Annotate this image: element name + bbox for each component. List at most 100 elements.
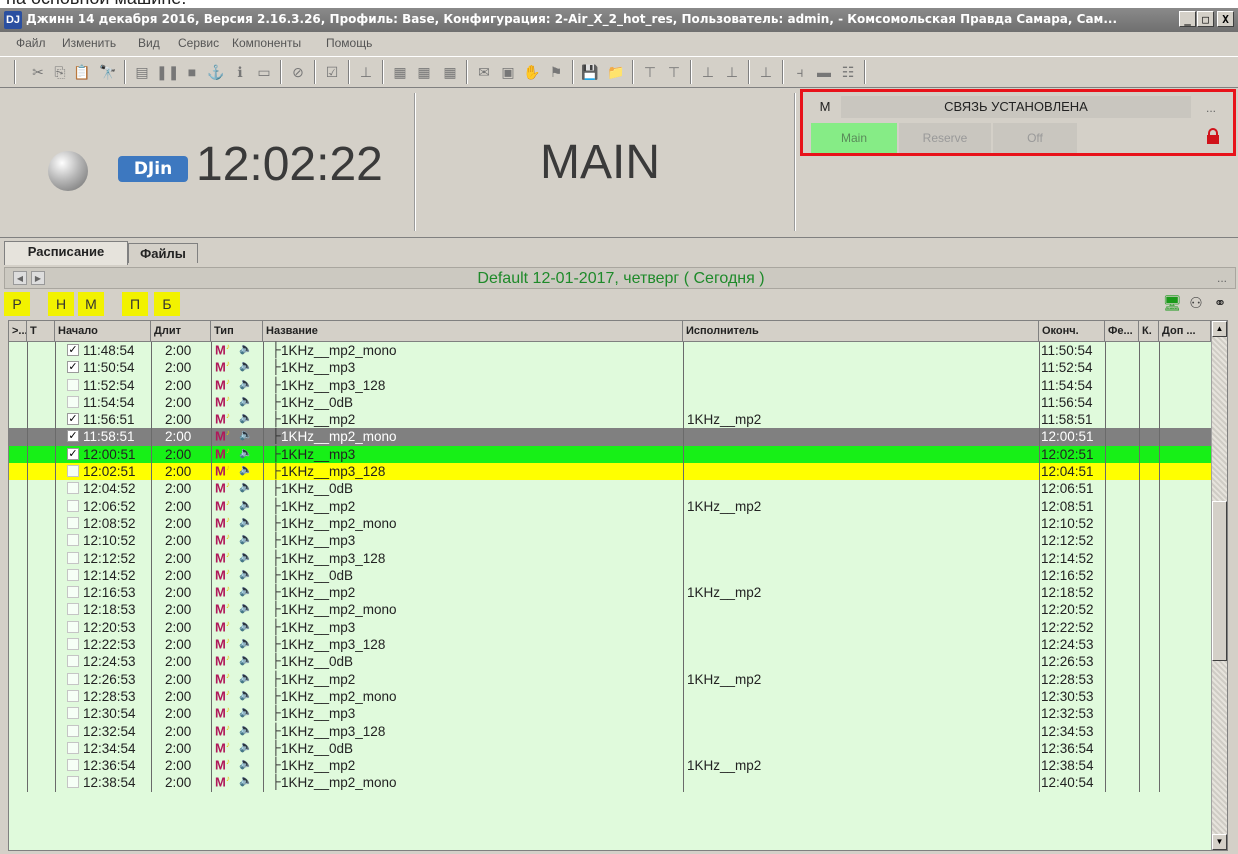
- table-row[interactable]: 12:32:54 2:00 M♪ 🔈 ├ 1KHz__mp3_128 12:34:53: [9, 722, 1211, 740]
- speaker-icon[interactable]: 🔈: [239, 740, 253, 753]
- menu-file[interactable]: Файл: [16, 36, 46, 50]
- row-checkbox[interactable]: [67, 568, 79, 581]
- down1-icon[interactable]: ⊥: [698, 62, 718, 82]
- table-row[interactable]: 12:14:52 2:00 M♪ 🔈 ├ 1KHz__0dB 12:16:52: [9, 566, 1211, 585]
- speaker-icon[interactable]: 🔈: [239, 550, 253, 563]
- scroll-thumb[interactable]: [1212, 501, 1227, 661]
- col-start[interactable]: Начало: [55, 321, 151, 341]
- speaker-icon[interactable]: 🔈: [239, 584, 253, 597]
- speaker-icon[interactable]: 🔈: [239, 342, 253, 355]
- speaker-icon[interactable]: 🔈: [239, 723, 253, 736]
- speaker-icon[interactable]: 🔈: [239, 532, 253, 545]
- table-row[interactable]: 12:16:53 2:00 M♪ 🔈 ├ 1KHz__mp2 1KHz__mp2 12:18:…: [9, 584, 1211, 602]
- menu-edit[interactable]: Изменить: [62, 36, 116, 50]
- down2-icon[interactable]: ⊥: [722, 62, 742, 82]
- row-checkbox[interactable]: [67, 638, 79, 651]
- vertical-scrollbar[interactable]: ▲ ▼: [1211, 321, 1227, 850]
- maximize-button[interactable]: □: [1197, 11, 1214, 27]
- list-icon[interactable]: ☷: [838, 62, 858, 82]
- speaker-icon[interactable]: 🔈: [239, 498, 253, 511]
- menu-view[interactable]: Вид: [138, 36, 160, 50]
- table-row[interactable]: 12:10:52 2:00 M♪ 🔈 ├ 1KHz__mp3 12:12:52: [9, 532, 1211, 550]
- menu-service[interactable]: Сервис: [178, 36, 219, 50]
- minus-icon[interactable]: ▬: [814, 62, 834, 82]
- row-checkbox[interactable]: [67, 465, 79, 478]
- table-row[interactable]: 12:28:53 2:00 M♪ 🔈 ├ 1KHz__mp2_mono 12:30:53: [9, 687, 1211, 706]
- speaker-icon[interactable]: 🔈: [239, 480, 253, 493]
- table-row[interactable]: ✓ 11:56:51 2:00 M♪ 🔈 ├ 1KHz__mp2 1KHz__mp2 11:58…: [9, 411, 1211, 429]
- speaker-icon[interactable]: 🔈: [239, 446, 253, 459]
- speaker-icon[interactable]: 🔈: [239, 515, 253, 528]
- folder-icon[interactable]: 📁: [606, 62, 626, 82]
- table-row[interactable]: 11:52:54 2:00 M♪ 🔈 ├ 1KHz__mp3_128 11:54:54: [9, 376, 1211, 394]
- up1-icon[interactable]: ⊤: [640, 62, 660, 82]
- row-checkbox[interactable]: [67, 759, 79, 772]
- col-extra[interactable]: Доп ...: [1159, 321, 1211, 341]
- table-row[interactable]: 12:02:51 2:00 M♪ 🔈 ├ 1KHz__mp3_128 12:04:51: [9, 463, 1211, 481]
- table-row[interactable]: ✓ 11:58:51 2:00 M♪ 🔈 ├ 1KHz__mp2_mono 12:00:51: [9, 428, 1211, 446]
- table-row[interactable]: 12:22:53 2:00 M♪ 🔈 ├ 1KHz__mp3_128 12:24:53: [9, 636, 1211, 654]
- speaker-icon[interactable]: 🔈: [239, 359, 253, 372]
- scroll-down-button[interactable]: ▼: [1212, 834, 1227, 850]
- col-artist[interactable]: Исполнитель: [683, 321, 1039, 341]
- block2-icon[interactable]: ▦: [414, 62, 434, 82]
- mail-icon[interactable]: ✉: [474, 62, 494, 82]
- row-checkbox[interactable]: ✓: [67, 430, 79, 443]
- row-checkbox[interactable]: [67, 603, 79, 616]
- schedule-more-button[interactable]: ...: [1217, 271, 1227, 285]
- table-row[interactable]: 12:20:53 2:00 M♪ 🔈 ├ 1KHz__mp3 12:22:52: [9, 618, 1211, 637]
- filter-r-button[interactable]: Р: [4, 292, 30, 316]
- col-marker[interactable]: >...: [9, 321, 27, 341]
- find-icon[interactable]: 🔭: [98, 62, 118, 82]
- row-checkbox[interactable]: [67, 586, 79, 599]
- scroll-up-button[interactable]: ▲: [1212, 321, 1227, 337]
- table-row[interactable]: 12:34:54 2:00 M♪ 🔈 ├ 1KHz__0dB 12:36:54: [9, 739, 1211, 758]
- col-fe[interactable]: Фе...: [1105, 321, 1139, 341]
- row-checkbox[interactable]: [67, 689, 79, 702]
- speaker-icon[interactable]: 🔈: [239, 601, 253, 614]
- table-row[interactable]: 12:08:52 2:00 M♪ 🔈 ├ 1KHz__mp2_mono 12:10:52: [9, 514, 1211, 533]
- speaker-icon[interactable]: 🔈: [239, 757, 253, 770]
- menu-help[interactable]: Помощь: [326, 36, 372, 50]
- table-row[interactable]: 12:26:53 2:00 M♪ 🔈 ├ 1KHz__mp2 1KHz__mp2 12:28:…: [9, 670, 1211, 688]
- speaker-icon[interactable]: 🔈: [239, 567, 253, 580]
- row-checkbox[interactable]: ✓: [67, 344, 79, 356]
- channel-off-button[interactable]: Off: [993, 123, 1077, 153]
- col-t[interactable]: Т: [27, 321, 55, 341]
- row-checkbox[interactable]: ✓: [67, 447, 79, 460]
- comment-icon[interactable]: ▭: [254, 62, 274, 82]
- page-icon[interactable]: ▤: [132, 62, 152, 82]
- hand-icon[interactable]: ✋: [522, 62, 542, 82]
- table-row[interactable]: ✓ 11:50:54 2:00 M♪ 🔈 ├ 1KHz__mp3 11:52:54: [9, 359, 1211, 377]
- row-checkbox[interactable]: [67, 482, 79, 495]
- col-duration[interactable]: Длит: [151, 321, 211, 341]
- table-row[interactable]: 12:06:52 2:00 M♪ 🔈 ├ 1KHz__mp2 1KHz__mp2 12:08:…: [9, 497, 1211, 515]
- speaker-icon[interactable]: 🔈: [239, 428, 253, 441]
- speaker-icon[interactable]: 🔈: [239, 377, 253, 390]
- row-checkbox[interactable]: [67, 378, 79, 391]
- speaker-icon[interactable]: 🔈: [239, 463, 253, 476]
- block1-icon[interactable]: ▦: [390, 62, 410, 82]
- monitor-icon[interactable]: 🖥: [1162, 294, 1182, 314]
- marker-icon[interactable]: ⫞: [790, 62, 810, 82]
- disk-icon[interactable]: 💾: [580, 62, 600, 82]
- table-row[interactable]: 12:18:53 2:00 M♪ 🔈 ├ 1KHz__mp2_mono 12:20:52: [9, 601, 1211, 619]
- table-row[interactable]: 12:38:54 2:00 M♪ 🔈 ├ 1KHz__mp2_mono 12:40:54: [9, 774, 1211, 792]
- table-row[interactable]: 12:36:54 2:00 M♪ 🔈 ├ 1KHz__mp2 1KHz__mp2 12:38:…: [9, 757, 1211, 775]
- flag-icon[interactable]: ⚑: [546, 62, 566, 82]
- table-row[interactable]: 12:24:53 2:00 M♪ 🔈 ├ 1KHz__0dB 12:26:53: [9, 653, 1211, 671]
- tab-files[interactable]: Файлы: [128, 243, 198, 263]
- app-icon[interactable]: DJ: [4, 11, 22, 29]
- speaker-icon[interactable]: 🔈: [239, 705, 253, 718]
- filter-p-button[interactable]: П: [122, 292, 148, 316]
- block3-icon[interactable]: ▦: [440, 62, 460, 82]
- forbidden-icon[interactable]: ⊘: [288, 62, 308, 82]
- speaker-icon[interactable]: 🔈: [239, 394, 253, 407]
- speaker-icon[interactable]: 🔈: [239, 411, 253, 424]
- speaker-icon[interactable]: 🔈: [239, 688, 253, 701]
- tab-schedule[interactable]: Расписание: [4, 241, 128, 265]
- checkbox-icon[interactable]: ☑: [322, 62, 342, 82]
- row-checkbox[interactable]: [67, 516, 79, 529]
- network-icon[interactable]: ⚇: [1186, 294, 1206, 314]
- filter-b-button[interactable]: Б: [154, 292, 180, 316]
